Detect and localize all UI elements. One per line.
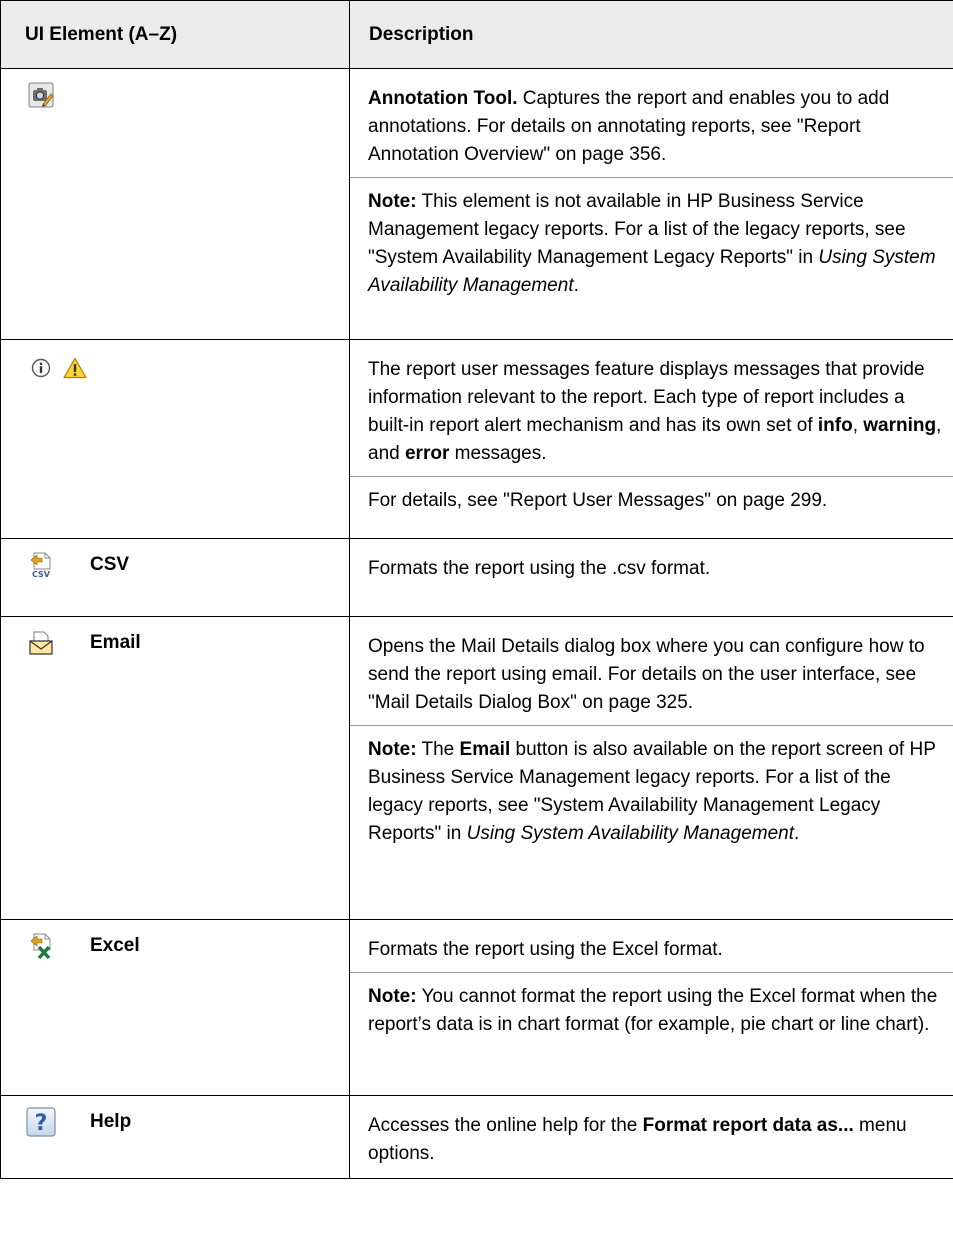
note-label: Note: [368, 986, 417, 1007]
description-paragraph: Annotation Tool. Captures the report and… [368, 85, 945, 169]
ui-element-label: Email [90, 632, 141, 653]
help-icon: ? [25, 1106, 57, 1138]
annotation-tool-icon [25, 79, 57, 111]
message-type-info: info [817, 415, 853, 436]
table-row: ? Help Accesses the online help for the … [0, 1095, 953, 1179]
note-paragraph: Note: This element is not available in H… [368, 188, 945, 300]
ui-element-cell: ? Help [0, 1095, 350, 1179]
table-row: Annotation Tool. Captures the report and… [0, 68, 953, 340]
column-header-ui-element: UI Element (A–Z) [0, 0, 350, 69]
note-paragraph: Note: The Email button is also available… [368, 736, 945, 848]
table-row: CSV CSV Formats the report using the .cs… [0, 538, 953, 617]
ui-element-cell: Excel [0, 919, 350, 1096]
ui-element-label: CSV [90, 554, 130, 575]
column-header-description: Description [349, 0, 953, 69]
note-tail: . [794, 823, 800, 844]
email-icon [25, 627, 57, 659]
info-icon [25, 352, 57, 384]
excel-export-icon [25, 930, 57, 962]
ui-element-label: Help [90, 1111, 132, 1132]
ui-element-table: UI Element (A–Z) Description Annotation … [0, 0, 953, 1179]
description-cell: Opens the Mail Details dialog box where … [349, 616, 953, 920]
note-text: The [416, 739, 460, 760]
description-paragraph: Accesses the online help for the Format … [368, 1112, 945, 1168]
message-type-error: error [404, 443, 450, 464]
csv-export-icon: CSV [25, 549, 57, 581]
description-cell: Formats the report using the .csv format… [349, 538, 953, 617]
note-label: Note: [368, 191, 417, 212]
note-text: You cannot format the report using the E… [368, 986, 938, 1035]
note-paragraph: Note: You cannot format the report using… [368, 983, 945, 1039]
paragraph-divider [350, 972, 953, 973]
details-text: For details, see "Report User Messages" … [368, 490, 828, 511]
warning-icon [59, 352, 91, 384]
column-header-label: UI Element (A–Z) [25, 23, 178, 45]
ui-element-cell [0, 68, 350, 340]
ui-element-cell: Email [0, 616, 350, 920]
description-cell: Annotation Tool. Captures the report and… [349, 68, 953, 340]
ui-element-label: Excel [90, 935, 140, 956]
note-label: Note: [368, 739, 417, 760]
description-cell: Accesses the online help for the Format … [349, 1095, 953, 1179]
description-text: Accesses the online help for the [368, 1115, 643, 1136]
table-row: The report user messages feature display… [0, 339, 953, 539]
table-row: Excel Formats the report using the Excel… [0, 919, 953, 1096]
description-paragraph: Formats the report using the Excel forma… [368, 936, 945, 964]
svg-text:?: ? [35, 1111, 48, 1136]
separator-text: , [852, 415, 864, 436]
ui-element-cell [0, 339, 350, 539]
description-tail: messages. [449, 443, 547, 464]
table-header-row: UI Element (A–Z) Description [0, 0, 953, 69]
menu-reference: Format report data as... [642, 1115, 854, 1136]
description-paragraph: Formats the report using the .csv format… [368, 555, 945, 583]
description-paragraph: The report user messages feature display… [368, 356, 945, 468]
paragraph-divider [350, 177, 953, 178]
description-cell: The report user messages feature display… [349, 339, 953, 539]
details-paragraph: For details, see "Report User Messages" … [368, 487, 945, 515]
description-text: Formats the report using the .csv format… [368, 558, 711, 579]
email-button-reference: Email [459, 739, 511, 760]
paragraph-divider [350, 725, 953, 726]
message-type-warning: warning [863, 415, 937, 436]
note-tail: . [573, 275, 579, 296]
description-text: Opens the Mail Details dialog box where … [368, 636, 925, 713]
description-cell: Formats the report using the Excel forma… [349, 919, 953, 1096]
column-header-label: Description [369, 23, 474, 45]
description-paragraph: Opens the Mail Details dialog box where … [368, 633, 945, 717]
paragraph-divider [350, 476, 953, 477]
guide-title: Using System Availability Management [466, 823, 794, 844]
ui-element-cell: CSV CSV [0, 538, 350, 617]
table-row: Email Opens the Mail Details dialog box … [0, 616, 953, 920]
svg-text:CSV: CSV [32, 570, 51, 579]
description-text: Formats the report using the Excel forma… [368, 939, 723, 960]
feature-title: Annotation Tool. [368, 88, 518, 109]
